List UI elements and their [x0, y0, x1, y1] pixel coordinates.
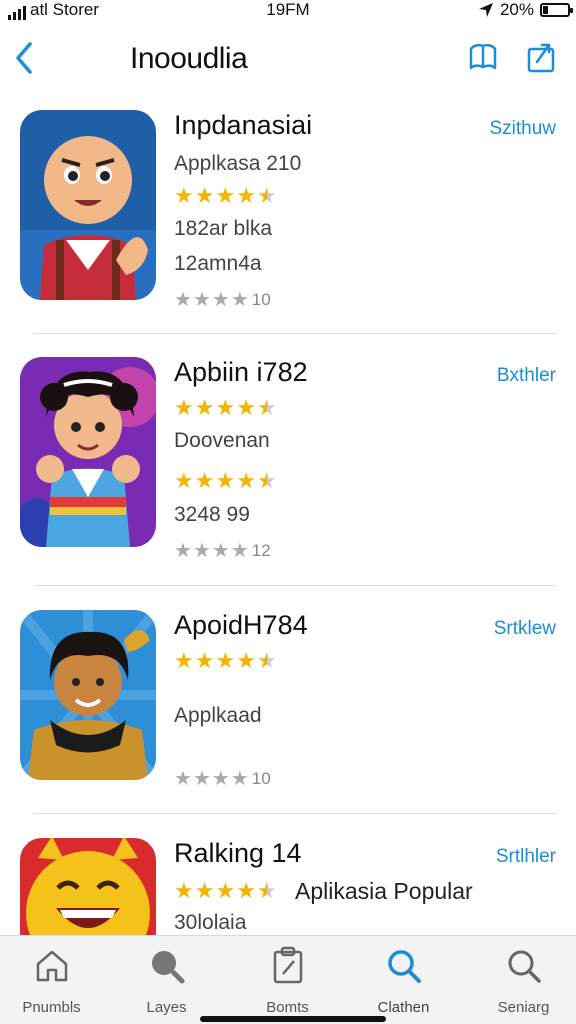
location-arrow-icon: [478, 3, 493, 17]
clipboard-icon: [273, 946, 302, 984]
tab-label: Seniarg: [497, 999, 550, 1016]
app-icon[interactable]: [20, 610, 156, 780]
star-icon: ★: [211, 540, 230, 562]
app-subtitle: 30lolaia: [174, 911, 247, 934]
tab-clathen[interactable]: Clathen: [346, 946, 461, 1016]
rating-stars-gray: ★ ★ ★ ★ 10: [174, 766, 271, 791]
star-icon: ★: [211, 289, 230, 311]
star-icon: ★: [215, 468, 236, 493]
star-icon: ★: [236, 648, 256, 673]
status-time: 19FM: [266, 0, 310, 19]
star-icon: ★: [192, 540, 211, 562]
get-button[interactable]: Srtklew: [494, 618, 556, 640]
star-icon: ★: [256, 183, 277, 208]
get-button[interactable]: Szithuw: [489, 118, 556, 140]
divider: [34, 585, 556, 586]
app-title[interactable]: Inpdanasiai: [174, 110, 312, 141]
home-indicator[interactable]: [200, 1016, 386, 1022]
book-icon[interactable]: [466, 40, 500, 74]
star-icon: ★: [230, 289, 249, 311]
star-icon: ★: [211, 768, 230, 790]
app-icon[interactable]: [20, 110, 156, 300]
rating-stars: ★ ★ ★ ★ ★: [174, 880, 277, 902]
star-icon: ★: [194, 468, 215, 493]
rating-count: 12: [251, 540, 271, 560]
rating-stars-gray: ★ ★ ★ ★ 10: [174, 287, 271, 312]
get-button[interactable]: Bxthler: [497, 365, 556, 387]
search-icon: [508, 950, 541, 983]
get-button[interactable]: Srtlhler: [496, 846, 556, 868]
star-icon: ★: [256, 878, 277, 903]
tab-label: Clathen: [377, 999, 430, 1016]
tab-label: Bomts: [266, 999, 309, 1016]
divider: [34, 333, 556, 334]
home-icon: [36, 950, 67, 982]
star-icon: ★: [192, 289, 211, 311]
star-icon: ★: [192, 768, 211, 790]
star-icon: ★: [256, 468, 277, 493]
status-bar: atl Storer 19FM 20%: [0, 0, 576, 22]
app-icon[interactable]: [20, 838, 156, 938]
app-title[interactable]: ApoidH784: [174, 610, 308, 641]
app-title[interactable]: Apbiin i782: [174, 357, 308, 388]
back-chevron-icon[interactable]: [12, 40, 36, 76]
app-size: 12amn4a: [174, 252, 262, 275]
rating-count: 10: [251, 289, 271, 309]
tab-label: Layes: [146, 999, 187, 1016]
star-icon: ★: [215, 395, 236, 420]
rating-count: 10: [251, 768, 271, 788]
star-icon: ★: [194, 878, 215, 903]
app-subtitle: Applkasa 210: [174, 152, 302, 175]
star-icon: ★: [174, 878, 194, 903]
tab-pnumbls[interactable]: Pnumbls: [0, 946, 109, 1016]
star-icon: ★: [236, 183, 256, 208]
star-icon: ★: [174, 768, 192, 790]
star-icon: ★: [174, 540, 192, 562]
star-icon: ★: [194, 183, 215, 208]
rating-stars: ★ ★ ★ ★ ★: [174, 185, 277, 207]
star-icon: ★: [174, 289, 192, 311]
tab-seniarg[interactable]: Seniarg: [466, 946, 576, 1016]
rating-stars: ★ ★ ★ ★ ★: [174, 650, 277, 672]
search-filled-icon: [151, 951, 184, 984]
share-icon[interactable]: [524, 40, 558, 74]
battery-percent: 20%: [499, 0, 534, 19]
app-category: Aplikasia Popular: [295, 878, 473, 904]
app-downloads: 182ar blka: [174, 217, 273, 240]
rating-stars-gray: ★ ★ ★ ★ 12: [174, 538, 271, 563]
app-title[interactable]: Ralking 14: [174, 838, 302, 869]
app-subtitle: Applkaad: [174, 704, 262, 727]
star-icon: ★: [230, 540, 249, 562]
page-title: Inooudlia: [130, 42, 248, 75]
battery-icon: [540, 3, 573, 17]
star-icon: ★: [174, 648, 194, 673]
tab-layes[interactable]: Layes: [109, 946, 224, 1016]
star-icon: ★: [174, 183, 194, 208]
star-icon: ★: [236, 878, 256, 903]
tab-bomts[interactable]: Bomts: [230, 946, 345, 1016]
star-icon: ★: [174, 468, 194, 493]
star-icon: ★: [256, 648, 277, 673]
app-subtitle: Doovenan: [174, 429, 270, 452]
star-icon: ★: [215, 183, 236, 208]
navigation-bar: Inooudlia: [0, 30, 576, 90]
search-icon: [387, 950, 421, 983]
star-icon: ★: [256, 395, 277, 420]
app-downloads: 3248 99: [174, 503, 250, 526]
star-icon: ★: [236, 468, 256, 493]
star-icon: ★: [194, 648, 215, 673]
app-icon[interactable]: [20, 357, 156, 547]
star-icon: ★: [236, 395, 256, 420]
star-icon: ★: [174, 395, 194, 420]
divider: [34, 813, 556, 814]
tab-label: Pnumbls: [22, 999, 81, 1016]
star-icon: ★: [215, 648, 236, 673]
rating-stars: ★ ★ ★ ★ ★: [174, 470, 277, 492]
star-icon: ★: [230, 768, 249, 790]
star-icon: ★: [194, 395, 215, 420]
rating-stars: ★ ★ ★ ★ ★: [174, 397, 277, 419]
star-icon: ★: [215, 878, 236, 903]
tab-bar: Pnumbls Layes Bomts Clathen Seniarg: [0, 935, 576, 1024]
